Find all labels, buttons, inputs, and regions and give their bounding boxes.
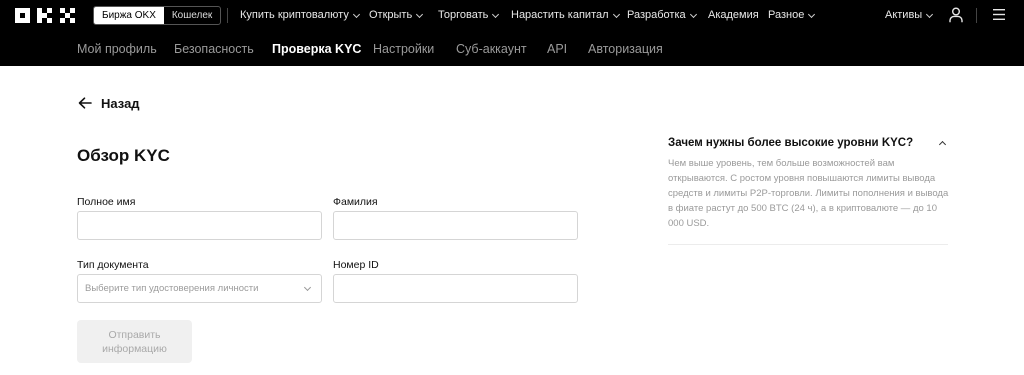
full-name-input[interactable] [77,211,322,240]
subnav-api[interactable]: API [547,41,567,57]
document-type-placeholder: Выберите тип удостоверения личности [85,283,259,294]
subnav-kyc-verification[interactable]: Проверка KYC [272,41,361,57]
nav-buy-crypto[interactable]: Купить криптовалюту [240,8,360,23]
document-type-select[interactable]: Выберите тип удостоверения личности [77,274,322,303]
subnav-security[interactable]: Безопасность [174,41,254,57]
faq-question[interactable]: Зачем нужны более высокие уровни KYC? [668,137,913,149]
nav-trade[interactable]: Торговать [438,8,500,23]
chevron-down-icon [689,10,697,18]
subnav-authorization[interactable]: Авторизация [588,41,663,57]
last-name-input[interactable] [333,211,578,240]
nav-label: Разработка [627,9,686,21]
chevron-down-icon [352,10,360,18]
nav-label: Нарастить капитал [511,9,609,21]
last-name-label: Фамилия [333,196,378,208]
main-nav-row: Биржа OKX Кошелек Купить криптовалюту От… [0,0,1024,31]
back-link[interactable]: Назад [78,94,140,112]
id-number-input[interactable] [333,274,578,303]
subnav-settings[interactable]: Настройки [373,41,434,57]
faq-divider [668,244,948,245]
submit-info-button[interactable]: Отправить информацию [77,320,192,363]
chevron-down-icon [612,10,620,18]
exchange-mode-button[interactable]: Биржа OKX [94,7,164,24]
nav-label: Академия [708,9,759,21]
nav-grow[interactable]: Нарастить капитал [511,8,620,23]
chevron-up-icon[interactable] [938,140,947,149]
profile-subnav: Мой профиль Безопасность Проверка KYC На… [0,31,1024,66]
nav-academy[interactable]: Академия [708,8,759,23]
faq-answer: Чем выше уровень, тем больше возможносте… [668,158,949,229]
top-navigation-bar: Биржа OKX Кошелек Купить криптовалюту От… [0,0,1024,66]
exchange-wallet-switch: Биржа OKX Кошелек [93,6,222,25]
nav-assets[interactable]: Активы [885,8,934,23]
id-number-label: Номер ID [333,259,379,271]
chevron-down-icon [416,10,424,18]
full-name-label: Полное имя [77,196,136,208]
chevron-down-icon [808,10,816,18]
nav-divider [227,8,228,23]
nav-label: Активы [885,9,923,21]
document-type-label: Тип документа [77,259,149,271]
nav-label: Разное [768,9,805,21]
subnav-my-profile[interactable]: Мой профиль [77,41,157,57]
nav-discover[interactable]: Открыть [369,8,424,23]
nav-label: Открыть [369,9,413,21]
nav-divider [976,8,977,23]
subnav-sub-account[interactable]: Суб-аккаунт [456,41,527,57]
nav-label: Купить криптовалюту [240,9,349,21]
nav-more[interactable]: Разное [768,8,816,23]
arrow-left-icon [78,97,92,109]
chevron-down-icon [492,10,500,18]
okx-logo[interactable] [15,8,77,23]
user-icon[interactable] [949,7,963,23]
back-label: Назад [101,95,140,111]
chevron-down-icon [926,10,934,18]
chevron-down-icon [303,283,312,292]
page-title: Обзор KYC [77,146,170,165]
nav-build[interactable]: Разработка [627,8,697,23]
nav-label: Торговать [438,9,489,21]
wallet-mode-button[interactable]: Кошелек [164,7,220,24]
menu-icon[interactable] [993,9,1005,20]
